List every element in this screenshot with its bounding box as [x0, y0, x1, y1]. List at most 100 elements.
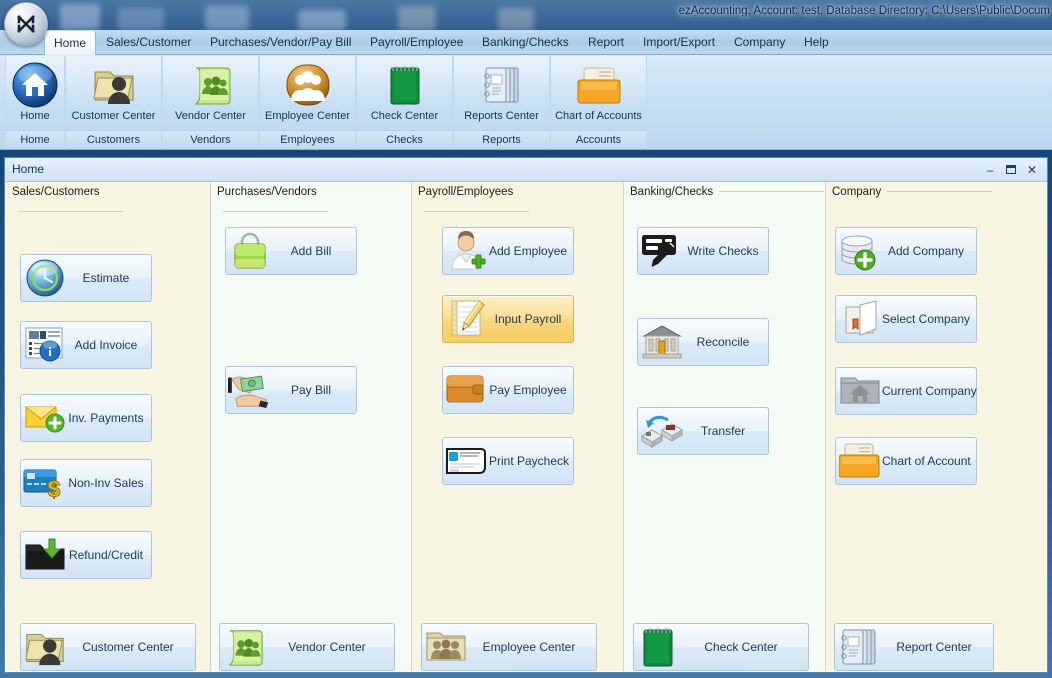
button-pay-employee[interactable]: Pay Employee	[442, 366, 574, 414]
ribbon-sublabel: Checks	[357, 130, 452, 148]
check-book-icon	[636, 625, 680, 669]
ribbon-group-check-center[interactable]: Check Center Checks	[356, 56, 453, 148]
button-label: Refund/Credit	[68, 548, 144, 562]
estimate-orb-icon	[23, 256, 67, 300]
button-pay-bill[interactable]: Pay Bill	[225, 366, 357, 414]
button-vendor-center[interactable]: Vendor Center	[219, 623, 395, 671]
button-add-bill[interactable]: Add Bill	[225, 227, 357, 275]
button-chart-of-account[interactable]: Chart of Account	[835, 437, 977, 485]
pay-employee-icon	[445, 368, 489, 412]
menu-tab-strip: Home Sales/Customer Purchases/Vendor/Pay B…	[0, 30, 1052, 55]
button-label: Customer Center	[82, 640, 174, 654]
button-label: Transfer	[700, 424, 746, 438]
home-icon	[12, 56, 58, 110]
home-window-title: Home	[12, 162, 45, 176]
chart-accounts-folder-icon	[838, 439, 882, 483]
button-label: Pay Bill	[290, 383, 331, 397]
tab-payroll-employee[interactable]: Payroll/Employee	[361, 30, 472, 55]
button-add-company[interactable]: Add Company	[835, 227, 977, 275]
ez-logo-icon[interactable]	[4, 2, 48, 46]
button-inv-payments[interactable]: Inv. Payments	[20, 394, 152, 442]
tab-sales-customer[interactable]: Sales/Customer	[97, 30, 200, 55]
ribbon-toolbar: Home Home Customer Center Customers Vendor…	[0, 55, 1052, 150]
ribbon-sublabel: Home	[6, 130, 64, 148]
tab-report[interactable]: Report	[579, 30, 633, 55]
button-current-company[interactable]: Current Company	[835, 367, 977, 415]
minimize-button[interactable]: –	[981, 161, 999, 178]
column-body: Estimate i Add Invoice Inv. Payments $ N…	[6, 202, 210, 671]
button-label: Current Company	[882, 384, 977, 398]
tab-banking-checks[interactable]: Banking/Checks	[473, 30, 578, 55]
employee-group-icon	[424, 625, 468, 669]
home-child-window: Home – ✕ Sales/Customers Estimate i Add …	[4, 157, 1048, 673]
reconcile-icon	[640, 320, 684, 364]
button-label: Add Bill	[290, 244, 332, 258]
customer-folder-icon	[91, 56, 137, 110]
column-purchases-vendors: Purchases/Vendors Add Bill Pay Bill Vend…	[211, 182, 412, 671]
button-select-company[interactable]: Select Company	[835, 295, 977, 343]
write-checks-icon	[640, 229, 684, 273]
column-header-label: Payroll/Employees	[418, 186, 514, 198]
ribbon-sublabel: Customers	[66, 130, 161, 148]
ribbon-sublabel: Vendors	[163, 130, 258, 148]
print-paycheck-icon	[445, 439, 489, 483]
ribbon-group-home[interactable]: Home Home	[5, 56, 65, 148]
ribbon-label: Reports Center	[464, 110, 539, 122]
button-customer-center[interactable]: Customer Center	[20, 623, 196, 671]
column-header-label: Banking/Checks	[630, 186, 714, 198]
ribbon-sublabel: Employees	[260, 130, 355, 148]
close-button[interactable]: ✕	[1023, 161, 1041, 178]
button-reconcile[interactable]: Reconcile	[637, 318, 769, 366]
button-add-invoice[interactable]: i Add Invoice	[20, 321, 152, 369]
ribbon-label: Employee Center	[265, 110, 350, 122]
button-check-center[interactable]: Check Center	[633, 623, 809, 671]
transfer-icon	[640, 409, 684, 453]
column-header-label: Purchases/Vendors	[217, 186, 317, 198]
tab-company[interactable]: Company	[725, 30, 794, 55]
tab-help[interactable]: Help	[795, 30, 838, 55]
button-transfer[interactable]: Transfer	[637, 407, 769, 455]
column-header-rule	[887, 191, 993, 193]
button-non-inv-sales[interactable]: $ Non-Inv Sales	[20, 459, 152, 507]
non-inv-sales-icon: $	[23, 461, 67, 505]
ribbon-group-reports-center[interactable]: Reports Center Reports	[453, 56, 550, 148]
button-report-center[interactable]: Report Center	[834, 623, 994, 671]
button-label: Report Center	[896, 640, 972, 654]
button-add-employee[interactable]: Add Employee	[442, 227, 574, 275]
ribbon-label: Check Center	[370, 110, 439, 122]
button-estimate[interactable]: Estimate	[20, 254, 152, 302]
reports-binder-icon	[480, 56, 524, 110]
employee-group-icon	[285, 56, 331, 110]
button-label: Add Employee	[489, 244, 568, 258]
window-title: ezAccounting, Account: test, Database Di…	[678, 5, 1050, 17]
application-window: ezAccounting, Account: test, Database Di…	[0, 0, 1052, 678]
button-employee-center[interactable]: Employee Center	[421, 623, 597, 671]
column-header: Sales/Customers	[6, 182, 210, 213]
check-book-icon	[385, 56, 425, 110]
svg-text:$: $	[48, 476, 61, 499]
column-header: Company	[826, 182, 1046, 202]
button-label: Employee Center	[482, 640, 576, 654]
ribbon-group-chart-of-accounts[interactable]: Chart of Accounts Accounts	[550, 56, 647, 148]
tab-home[interactable]: Home	[44, 30, 97, 55]
column-body: Write Checks Reconcile Transfer Check Ce…	[624, 202, 825, 671]
button-label: Vendor Center	[288, 640, 366, 654]
button-input-payroll[interactable]: Input Payroll	[442, 295, 574, 343]
button-write-checks[interactable]: Write Checks	[637, 227, 769, 275]
ribbon-sublabel: Reports	[454, 130, 549, 148]
ribbon-group-customer-center[interactable]: Customer Center Customers	[65, 56, 162, 148]
ribbon-groups: Home Home Customer Center Customers Vendor…	[5, 56, 647, 148]
ribbon-group-vendor-center[interactable]: Vendor Center Vendors	[162, 56, 259, 148]
button-refund-credit[interactable]: Refund/Credit	[20, 531, 152, 579]
tab-import-export[interactable]: Import/Export	[634, 30, 724, 55]
column-body: Add Employee Input Payroll Pay Employee	[412, 202, 623, 671]
button-label: Write Checks	[687, 244, 759, 258]
ribbon-group-employee-center[interactable]: Employee Center Employees	[259, 56, 356, 148]
column-banking-checks: Banking/Checks Write Checks Reconcile Tr…	[624, 182, 826, 671]
ribbon-label: Chart of Accounts	[555, 110, 642, 122]
add-invoice-icon: i	[23, 323, 67, 367]
maximize-button[interactable]	[1002, 161, 1020, 178]
button-print-paycheck[interactable]: Print Paycheck	[442, 437, 574, 485]
tab-purchases-vendor-pay-bill[interactable]: Purchases/Vendor/Pay Bill	[201, 30, 360, 55]
column-sales-customers: Sales/Customers Estimate i Add Invoice I…	[6, 182, 211, 671]
